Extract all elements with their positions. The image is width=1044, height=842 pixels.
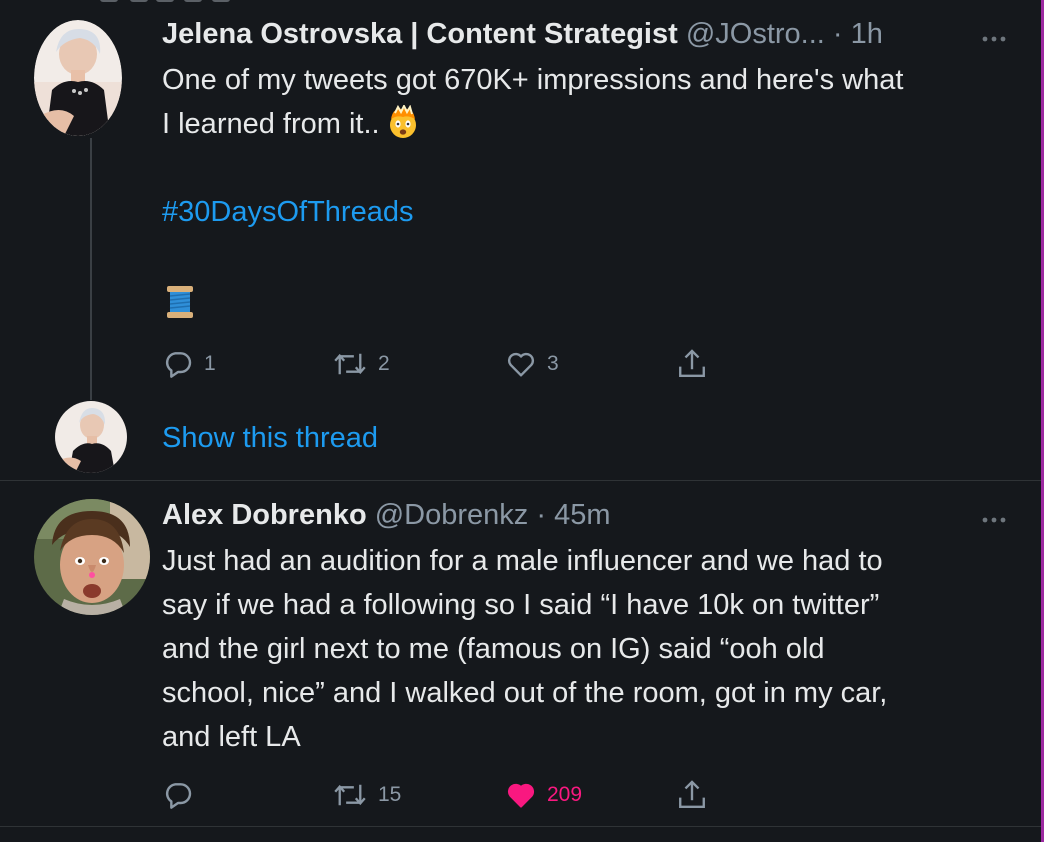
separator-dot: · [536, 499, 547, 531]
share-button[interactable] [676, 777, 708, 813]
retweet-count: 2 [378, 352, 390, 375]
heart-filled-icon [507, 783, 535, 808]
tweet-text-line: I learned from it.. [162, 102, 997, 146]
like-button[interactable]: 3 [505, 346, 559, 382]
share-icon [679, 780, 705, 808]
tweet-text: One of my tweets got 670K+ impressions a… [162, 58, 997, 278]
retweet-count: 15 [378, 783, 402, 806]
reply-button[interactable] [162, 777, 204, 813]
reply-button[interactable]: 1 [162, 346, 216, 382]
tweet-divider [0, 826, 1041, 827]
author-handle[interactable]: @JOstro... [686, 18, 825, 50]
hashtag-link[interactable]: #30DaysOfThreads [162, 190, 997, 234]
tweet-timestamp[interactable]: 45m [554, 499, 610, 531]
author-name[interactable]: Jelena Ostrovska | Content Strategist [162, 18, 678, 50]
tweet-text-line: One of my tweets got 670K+ impressions a… [162, 64, 904, 96]
retweet-button[interactable]: 15 [332, 777, 401, 813]
avatar[interactable] [34, 20, 122, 136]
thread-connector-line [90, 138, 92, 400]
retweet-button[interactable]: 2 [332, 346, 390, 382]
more-horizontal-icon[interactable] [982, 511, 1006, 523]
thread-avatar[interactable] [55, 401, 127, 473]
exploding-head-icon [386, 103, 420, 139]
reply-count: 1 [204, 352, 216, 375]
tweet-text-fragment: I learned from it.. [162, 108, 380, 140]
like-button[interactable]: 209 [505, 777, 582, 813]
like-count: 209 [547, 783, 583, 806]
author-handle[interactable]: @Dobrenkz [375, 499, 529, 531]
tweet-text-line: and left LA [162, 721, 301, 753]
tweet-header: Jelena Ostrovska | Content Strategist @J… [162, 16, 883, 52]
tweet-text-line: school, nice” and I walked out of the ro… [162, 677, 888, 709]
thread-spool-icon [165, 285, 195, 319]
tweet-timestamp[interactable]: 1h [851, 18, 883, 50]
tweet-text-line: say if we had a following so I said “I h… [162, 589, 880, 621]
more-horizontal-icon[interactable] [982, 30, 1006, 42]
tweet-header: Alex Dobrenko @Dobrenkz · 45m [162, 497, 611, 533]
show-thread-link[interactable]: Show this thread [162, 418, 378, 458]
reply-icon [165, 783, 192, 809]
avatar[interactable] [34, 499, 150, 615]
tweet-text: Just had an audition for a male influenc… [162, 539, 997, 759]
tweet-text-line: Just had an audition for a male influenc… [162, 545, 883, 577]
separator-dot: · [832, 18, 843, 50]
retweet-icon [334, 784, 366, 806]
heart-icon [507, 352, 535, 377]
share-button[interactable] [676, 346, 708, 382]
author-name[interactable]: Alex Dobrenko [162, 499, 367, 531]
tweet[interactable]: Alex Dobrenko @Dobrenkz · 45m Just had a… [0, 481, 1041, 826]
share-icon [679, 349, 705, 377]
like-count: 3 [547, 352, 559, 375]
reply-icon [165, 352, 192, 378]
retweet-icon [334, 353, 366, 375]
tweet[interactable]: Jelena Ostrovska | Content Strategist @J… [0, 0, 1041, 480]
tweet-text-line: and the girl next to me (famous on IG) s… [162, 633, 825, 665]
